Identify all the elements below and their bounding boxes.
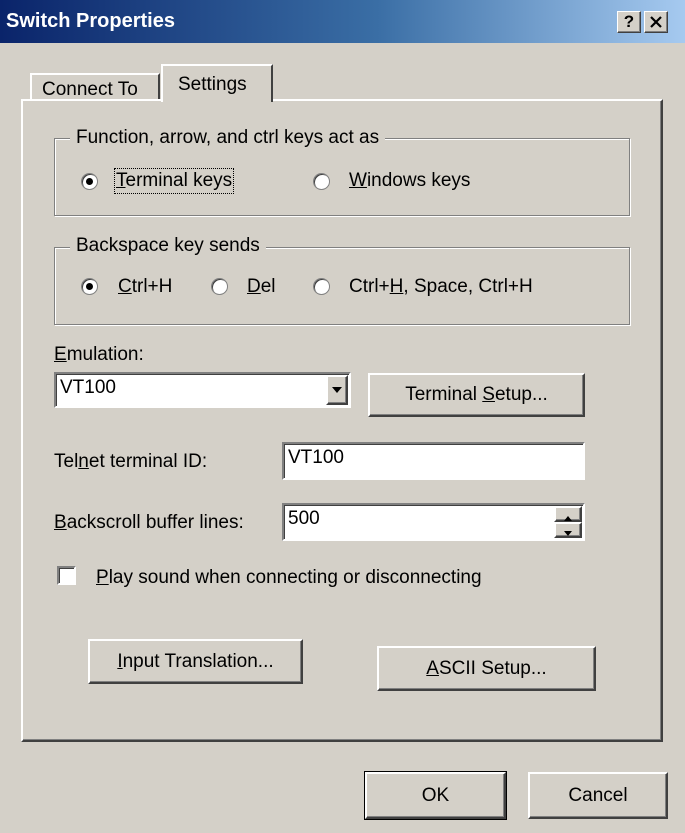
emulation-dropdown-button[interactable] — [326, 375, 348, 405]
cancel-button[interactable]: Cancel — [528, 772, 668, 819]
input-translation-label: Input Translation... — [117, 650, 274, 672]
windows-keys-radio[interactable] — [313, 173, 330, 190]
telnet-terminal-id-value: VT100 — [288, 447, 344, 468]
input-translation-button[interactable]: Input Translation... — [88, 639, 303, 684]
chevron-down-icon — [332, 387, 342, 393]
telnet-terminal-id-input[interactable]: VT100 — [282, 442, 585, 480]
ctrl-h-label[interactable]: Ctrl+H — [118, 276, 172, 298]
triangle-down-icon — [564, 531, 572, 536]
window-title: Switch Properties — [6, 10, 175, 32]
ok-label: OK — [421, 784, 450, 806]
terminal-keys-radio[interactable] — [81, 173, 98, 190]
play-sound-checkbox[interactable] — [57, 566, 76, 585]
close-button[interactable] — [644, 11, 668, 33]
ctrl-h-space-label[interactable]: Ctrl+H, Space, Ctrl+H — [349, 276, 533, 298]
keys-group-legend: Function, arrow, and ctrl keys act as — [70, 127, 386, 149]
terminal-setup-button[interactable]: Terminal Setup... — [368, 373, 585, 417]
play-sound-label[interactable]: Play sound when connecting or disconnect… — [96, 567, 482, 589]
close-icon — [650, 16, 662, 28]
backspace-group-legend: Backspace key sends — [70, 235, 266, 257]
ascii-setup-button[interactable]: ASCII Setup... — [377, 646, 596, 691]
ok-button[interactable]: OK — [364, 771, 507, 820]
backscroll-input[interactable]: 500 — [282, 503, 585, 541]
emulation-label: Emulation: — [54, 344, 144, 365]
ascii-setup-label: ASCII Setup... — [426, 657, 547, 679]
help-button[interactable]: ? — [617, 11, 641, 33]
terminal-setup-label: Terminal Setup... — [405, 384, 548, 405]
tab-connect-to[interactable]: Connect To — [30, 73, 160, 101]
del-label[interactable]: Del — [247, 276, 276, 298]
ctrl-h-space-radio[interactable] — [313, 278, 330, 295]
emulation-value: VT100 — [60, 377, 116, 398]
telnet-terminal-id-label: Telnet terminal ID: — [54, 451, 208, 472]
ctrl-h-radio[interactable] — [81, 278, 98, 295]
backscroll-value: 500 — [288, 508, 320, 529]
windows-keys-label[interactable]: Windows keys — [349, 170, 470, 192]
del-radio[interactable] — [211, 278, 228, 295]
emulation-select[interactable]: VT100 — [54, 372, 351, 408]
tab-settings-label: Settings — [178, 74, 247, 95]
tab-connect-to-label: Connect To — [42, 79, 138, 100]
backscroll-spin-down-button[interactable] — [554, 522, 582, 538]
backscroll-label: Backscroll buffer lines: — [54, 512, 244, 533]
cancel-label: Cancel — [568, 784, 628, 806]
terminal-keys-label[interactable]: Terminal keys — [113, 168, 235, 194]
title-bar: Switch Properties ? — [0, 0, 685, 43]
backscroll-spin-up-button[interactable] — [554, 506, 582, 522]
tab-settings[interactable]: Settings — [161, 64, 273, 102]
